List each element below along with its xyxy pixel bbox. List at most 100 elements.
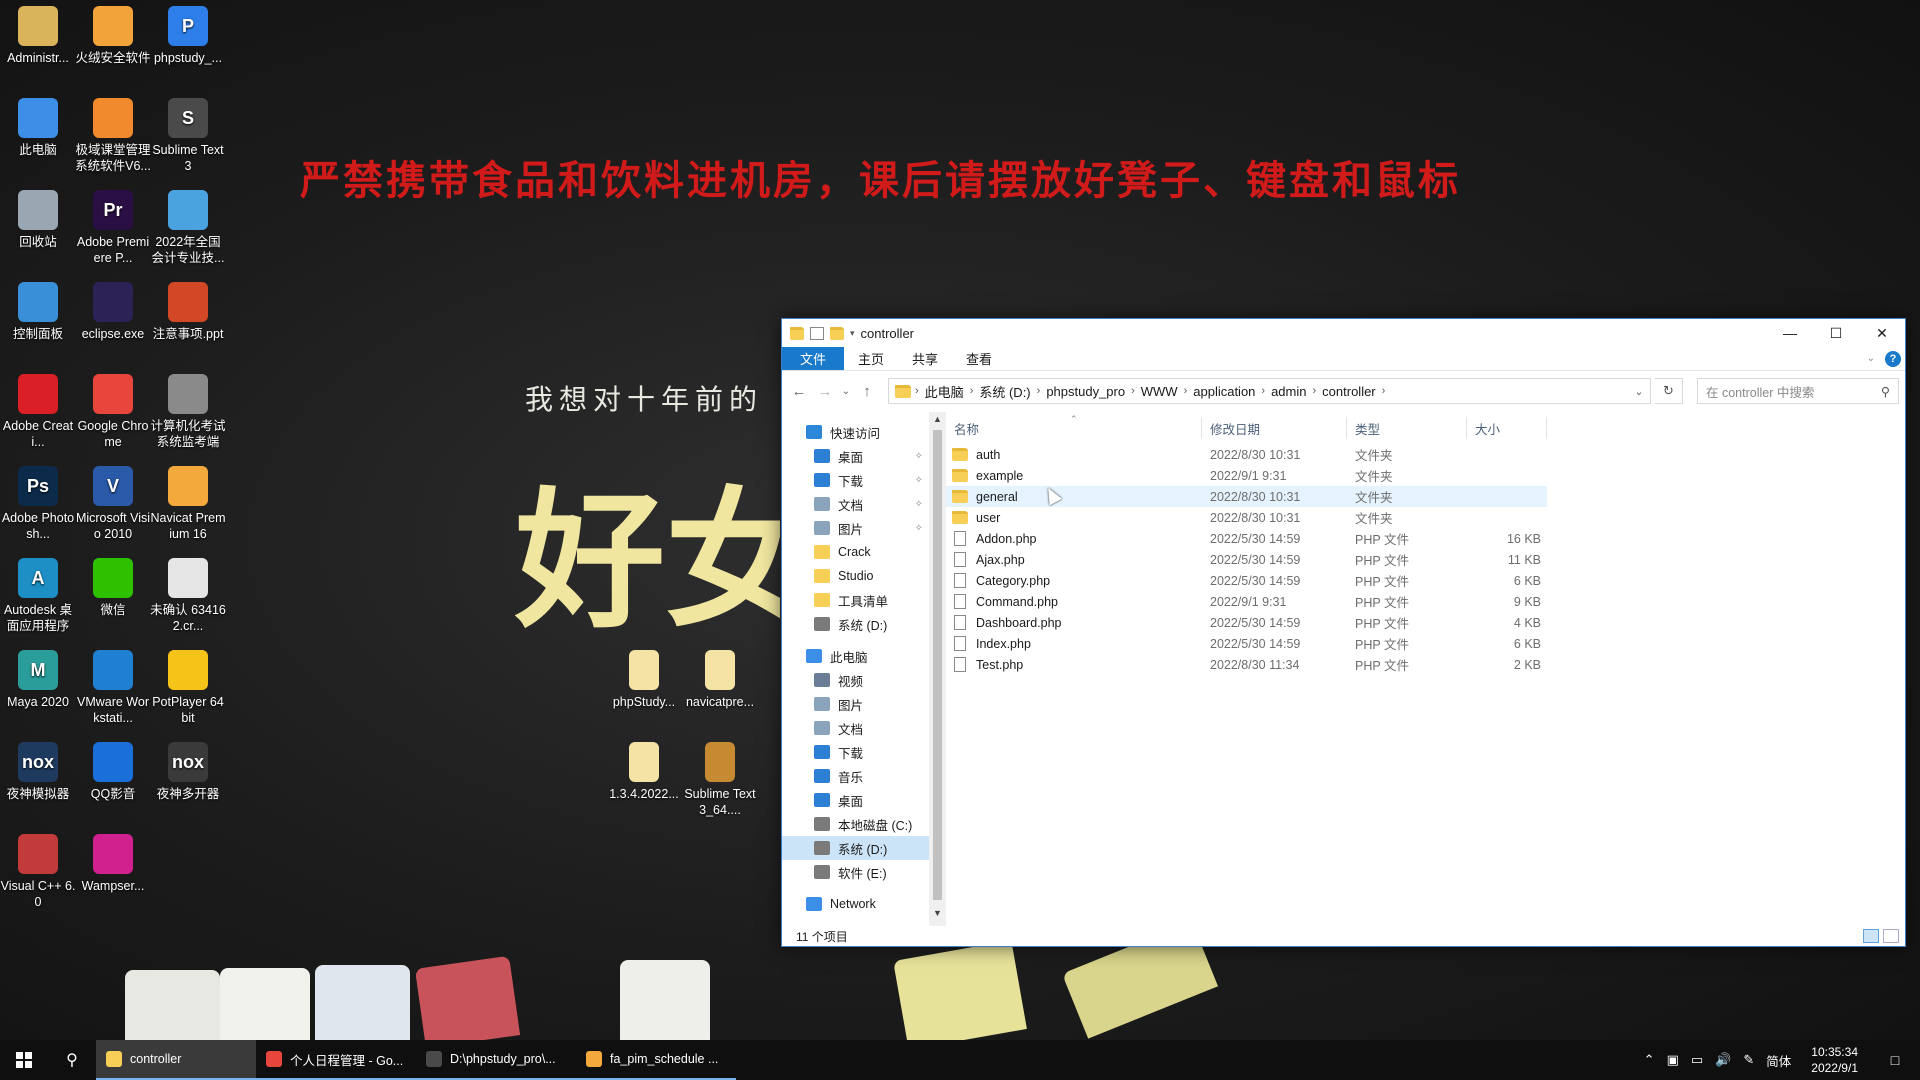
nav-item[interactable]: 视频 [782, 668, 929, 692]
nav-item[interactable]: 本地磁盘 (C:) [782, 812, 929, 836]
desktop-file[interactable]: navicatpre... [682, 650, 758, 710]
maximize-button[interactable]: ☐ [1813, 319, 1859, 347]
nav-item[interactable]: 图片 ✧ [782, 516, 929, 540]
desktop-shortcut[interactable]: 极域课堂管理系统软件V6... [75, 98, 151, 174]
desktop-shortcut[interactable]: eclipse.exe [75, 282, 151, 342]
breadcrumb-item[interactable]: admin [1265, 384, 1312, 399]
desktop-file[interactable]: Sublime Text3_64.... [682, 742, 758, 818]
nav-item[interactable]: 系统 (D:) [782, 612, 929, 636]
desktop-shortcut[interactable]: PotPlayer 64 bit [150, 650, 226, 726]
input-method[interactable]: 简体 [1766, 1051, 1791, 1070]
taskbar-task[interactable]: D:\phpstudy_pro\... [416, 1040, 576, 1080]
address-bar[interactable]: › 此电脑 › 系统 (D:) › phpstudy_pro › WWW › applicati… [888, 378, 1651, 404]
minimize-button[interactable]: — [1767, 319, 1813, 347]
file-row[interactable]: Category.php 2022/5/30 14:59 PHP 文件 6 KB [946, 570, 1547, 591]
help-icon[interactable]: ? [1885, 350, 1901, 367]
nav-item[interactable]: 桌面 ✧ [782, 444, 929, 468]
notification-icon[interactable]: □ [1878, 1052, 1912, 1068]
desktop-shortcut[interactable]: Administr... [0, 6, 76, 66]
quick-access-dropdown-icon[interactable]: ▾ [850, 328, 855, 339]
file-row[interactable]: user 2022/8/30 10:31 文件夹 [946, 507, 1547, 528]
nav-item[interactable]: 桌面 [782, 788, 929, 812]
details-view-icon[interactable] [1863, 929, 1879, 943]
desktop-shortcut[interactable]: Ps Adobe Photosh... [0, 466, 76, 542]
back-arrow-icon[interactable]: ← [788, 378, 810, 404]
file-explorer-window[interactable]: ▾ controller — ☐ ✕ 文件 主页 共享 查看 ⌄ ? ← → ⌄… [781, 318, 1906, 947]
taskbar-search-icon[interactable]: ⚲ [48, 1040, 96, 1080]
address-dropdown-icon[interactable]: ⌄ [1628, 385, 1650, 398]
tab-home[interactable]: 主页 [844, 347, 898, 370]
desktop-shortcut[interactable]: 计算机化考试系统监考端 [150, 374, 226, 450]
desktop-shortcut[interactable]: 注意事项.ppt [150, 282, 226, 342]
network-icon[interactable]: ▭ [1691, 1052, 1703, 1068]
desktop-shortcut[interactable]: Pr Adobe Premiere P... [75, 190, 151, 266]
breadcrumb-item[interactable]: WWW [1135, 384, 1184, 399]
file-row[interactable]: general 2022/8/30 10:31 文件夹 [946, 486, 1547, 507]
nav-item[interactable]: 下载 ✧ [782, 468, 929, 492]
desktop-shortcut[interactable]: M Maya 2020 [0, 650, 76, 710]
nav-item[interactable]: 音乐 [782, 764, 929, 788]
nav-item[interactable]: 图片 [782, 692, 929, 716]
desktop-shortcut[interactable]: 2022年全国会计专业技... [150, 190, 226, 266]
breadcrumb-item[interactable]: controller [1316, 384, 1381, 399]
breadcrumb-item[interactable]: 系统 (D:) [973, 382, 1036, 401]
file-row[interactable]: Index.php 2022/5/30 14:59 PHP 文件 6 KB [946, 633, 1547, 654]
taskbar-task[interactable]: 个人日程管理 - Go... [256, 1040, 416, 1080]
taskbar-task[interactable]: controller [96, 1040, 256, 1080]
file-row[interactable]: Dashboard.php 2022/5/30 14:59 PHP 文件 4 KB [946, 612, 1547, 633]
pen-icon[interactable]: ✎ [1743, 1052, 1754, 1068]
desktop-shortcut[interactable]: QQ影音 [75, 742, 151, 802]
expand-ribbon-icon[interactable]: ⌄ [1867, 353, 1875, 364]
tab-view[interactable]: 查看 [952, 347, 1006, 370]
desktop-shortcut[interactable]: Google Chrome [75, 374, 151, 450]
desktop-shortcut[interactable]: nox 夜神多开器 [150, 742, 226, 802]
desktop-shortcut[interactable]: V Microsoft Visio 2010 [75, 466, 151, 542]
file-row[interactable]: Test.php 2022/8/30 11:34 PHP 文件 2 KB [946, 654, 1547, 675]
title-bar[interactable]: ▾ controller — ☐ ✕ [782, 319, 1905, 347]
scroll-down-icon[interactable]: ▼ [929, 908, 946, 924]
desktop-shortcut[interactable]: 微信 [75, 558, 151, 618]
security-icon[interactable]: ▣ [1667, 1052, 1679, 1068]
large-icons-view-icon[interactable] [1883, 929, 1899, 943]
desktop-shortcut[interactable]: 回收站 [0, 190, 76, 250]
file-row[interactable]: example 2022/9/1 9:31 文件夹 [946, 465, 1547, 486]
chevron-right-icon[interactable]: › [1382, 385, 1386, 397]
start-button[interactable] [0, 1040, 48, 1080]
file-row[interactable]: Command.php 2022/9/1 9:31 PHP 文件 9 KB [946, 591, 1547, 612]
tab-share[interactable]: 共享 [898, 347, 952, 370]
desktop-shortcut[interactable]: 此电脑 [0, 98, 76, 158]
desktop-shortcut[interactable]: Visual C++ 6.0 [0, 834, 76, 910]
recent-locations-icon[interactable]: ⌄ [840, 378, 852, 404]
volume-icon[interactable]: 🔊 [1715, 1052, 1731, 1068]
desktop-shortcut[interactable]: 未确认 634162.cr... [150, 558, 226, 634]
desktop-shortcut[interactable]: nox 夜神模拟器 [0, 742, 76, 802]
forward-arrow-icon[interactable]: → [814, 378, 836, 404]
nav-item[interactable]: 此电脑 [782, 644, 929, 668]
refresh-icon[interactable]: ↻ [1655, 378, 1683, 404]
desktop-shortcut[interactable]: 控制面板 [0, 282, 76, 342]
desktop-file[interactable]: 1.3.4.2022... [606, 742, 682, 802]
column-header-date[interactable]: 修改日期 [1202, 417, 1347, 439]
search-input[interactable]: 在 controller 中搜索 ⚲ [1697, 378, 1899, 404]
desktop-shortcut[interactable]: Pphpstudy_... [150, 6, 226, 66]
desktop-shortcut[interactable]: Wampser... [75, 834, 151, 894]
desktop-shortcut[interactable]: Adobe Creati... [0, 374, 76, 450]
nav-item[interactable]: Studio [782, 564, 929, 588]
desktop-shortcut[interactable]: A Autodesk 桌面应用程序 [0, 558, 76, 634]
desktop-shortcut[interactable]: 火绒安全软件 [75, 6, 151, 66]
show-hidden-icons-icon[interactable]: ⌃ [1644, 1052, 1655, 1068]
search-icon[interactable]: ⚲ [1881, 384, 1890, 399]
new-folder-icon[interactable] [830, 326, 844, 340]
tab-file[interactable]: 文件 [782, 347, 845, 370]
breadcrumb-item[interactable]: phpstudy_pro [1040, 384, 1131, 399]
file-row[interactable]: Addon.php 2022/5/30 14:59 PHP 文件 16 KB [946, 528, 1547, 549]
desktop-file[interactable]: phpStudy... [606, 650, 682, 710]
nav-item[interactable]: 软件 (E:) [782, 860, 929, 884]
nav-item[interactable]: 文档 [782, 716, 929, 740]
column-header-type[interactable]: 类型 [1347, 417, 1467, 439]
file-row[interactable]: Ajax.php 2022/5/30 14:59 PHP 文件 11 KB [946, 549, 1547, 570]
taskbar-task[interactable]: fa_pim_schedule ... [576, 1040, 736, 1080]
nav-item[interactable]: 文档 ✧ [782, 492, 929, 516]
navigation-scrollbar[interactable]: ▲ ▼ [929, 412, 946, 926]
breadcrumb-item[interactable]: application [1187, 384, 1261, 399]
